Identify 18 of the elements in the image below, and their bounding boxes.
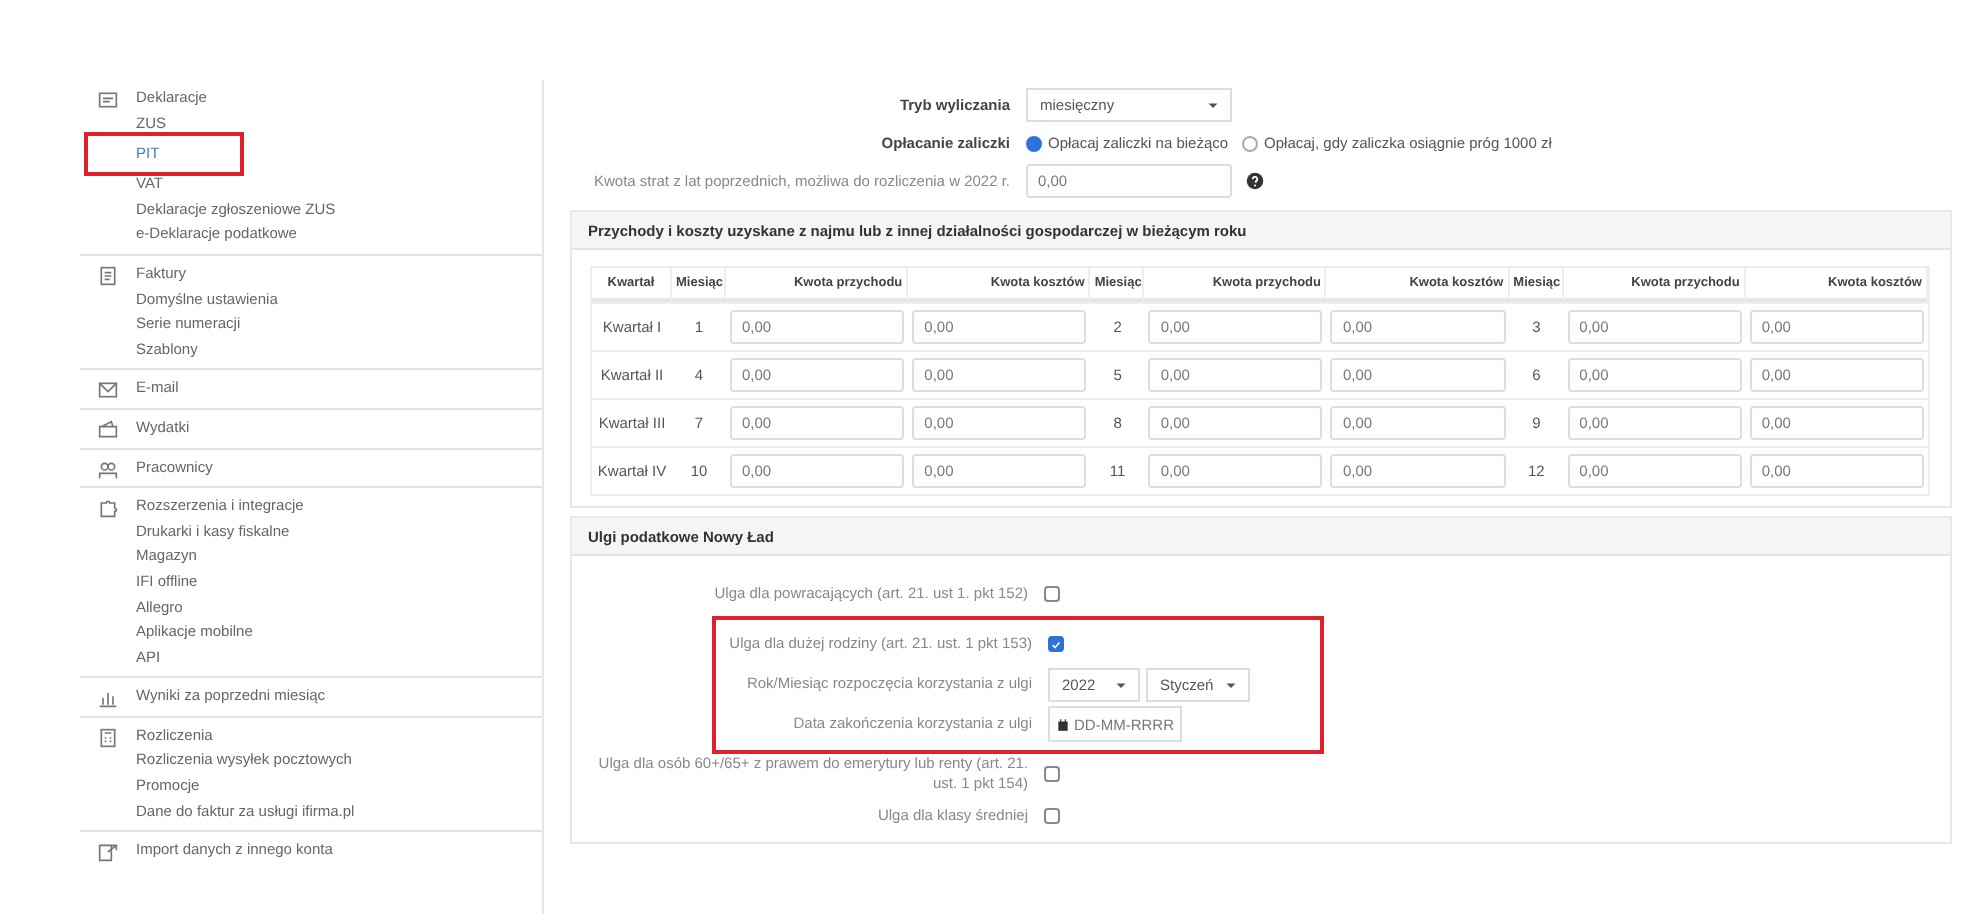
wallet-icon xyxy=(98,419,118,440)
bar-chart-icon xyxy=(98,688,118,709)
help-icon xyxy=(1246,172,1264,190)
envelope-icon xyxy=(98,380,118,401)
checkmark-icon xyxy=(1050,637,1062,651)
import-icon xyxy=(98,842,118,863)
checkbox[interactable] xyxy=(1044,586,1060,602)
puzzle-icon xyxy=(98,498,118,519)
checkbox[interactable] xyxy=(1044,766,1060,782)
checkbox[interactable] xyxy=(1048,636,1064,652)
invoice-icon xyxy=(98,265,118,286)
radio-button[interactable] xyxy=(1026,135,1042,151)
document-icon xyxy=(98,90,118,110)
people-icon xyxy=(98,459,118,480)
radio-button[interactable] xyxy=(1242,135,1259,151)
calendar-icon xyxy=(1056,717,1070,731)
checkbox[interactable] xyxy=(1044,808,1060,824)
calculator-icon xyxy=(98,727,118,748)
